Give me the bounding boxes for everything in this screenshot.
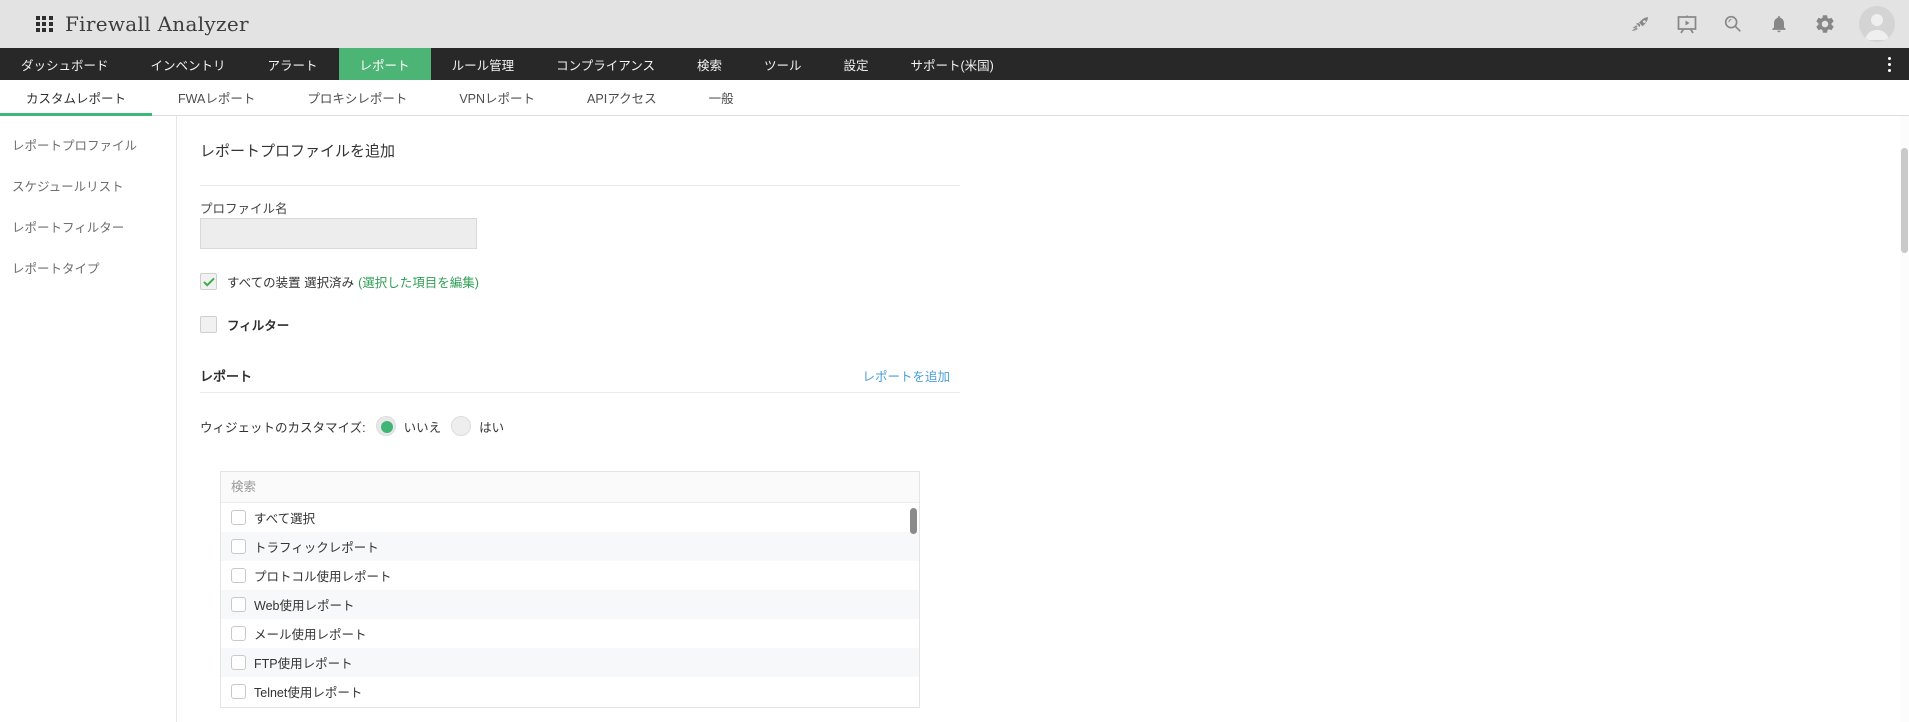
ftp-usage-checkbox[interactable] xyxy=(231,655,246,670)
list-item-protocol-usage-report[interactable]: プロトコル使用レポート xyxy=(221,561,919,590)
tab-general[interactable]: 一般 xyxy=(683,80,760,115)
app-title: Firewall Analyzer xyxy=(65,12,249,36)
divider xyxy=(200,392,960,393)
page-scrollbar-thumb[interactable] xyxy=(1901,148,1908,253)
nav-dashboard[interactable]: ダッシュボード xyxy=(0,48,130,80)
main-nav: ダッシュボード インベントリ アラート レポート ルール管理 コンプライアンス … xyxy=(0,48,1909,80)
list-item-label: プロトコル使用レポート xyxy=(254,570,392,584)
presentation-icon[interactable] xyxy=(1675,12,1699,36)
sidebar: レポートプロファイル スケジュールリスト レポートフィルター レポートタイプ xyxy=(0,116,177,722)
page-scrollbar[interactable] xyxy=(1900,116,1909,722)
user-avatar[interactable] xyxy=(1859,6,1895,42)
widget-customize-radio-no[interactable] xyxy=(375,416,396,436)
check-icon xyxy=(202,277,215,287)
sidebar-item-report-filter[interactable]: レポートフィルター xyxy=(0,206,176,247)
settings-gear-icon[interactable] xyxy=(1813,12,1837,36)
widget-customize-no-label: いいえ xyxy=(403,420,442,435)
filter-checkbox[interactable] xyxy=(200,316,217,333)
list-item-telnet-usage-report[interactable]: Telnet使用レポート xyxy=(221,677,919,706)
all-devices-label: すべての装置 選択済み xyxy=(227,276,355,290)
web-usage-checkbox[interactable] xyxy=(231,597,246,612)
sidebar-item-report-type[interactable]: レポートタイプ xyxy=(0,247,176,288)
nav-reports[interactable]: レポート xyxy=(338,48,431,80)
apps-grid-icon[interactable] xyxy=(36,15,53,33)
list-scrollbar-thumb[interactable] xyxy=(910,508,917,534)
list-item-label: FTP使用レポート xyxy=(254,657,353,671)
nav-inventory[interactable]: インベントリ xyxy=(130,48,247,80)
divider xyxy=(200,185,960,186)
tab-fwa-report[interactable]: FWAレポート xyxy=(152,80,281,115)
edit-selected-link[interactable]: (選択した項目を編集) xyxy=(358,272,479,291)
all-devices-checkbox[interactable] xyxy=(200,273,217,290)
widget-customize-radio-yes[interactable] xyxy=(451,416,472,436)
list-item-traffic-report[interactable]: トラフィックレポート xyxy=(221,532,919,561)
rocket-icon[interactable] xyxy=(1629,12,1653,36)
sidebar-item-report-profile[interactable]: レポートプロファイル xyxy=(0,124,176,165)
select-all-checkbox[interactable] xyxy=(231,510,246,525)
report-section-title: レポート xyxy=(200,369,253,384)
tab-custom-report[interactable]: カスタムレポート xyxy=(0,80,153,116)
nav-tools[interactable]: ツール xyxy=(743,48,823,80)
list-item-web-usage-report[interactable]: Web使用レポート xyxy=(221,590,919,619)
list-item-label: トラフィックレポート xyxy=(254,541,379,555)
list-item-select-all[interactable]: すべて選択 xyxy=(221,503,919,532)
widget-customize-yes-label: はい xyxy=(479,420,505,435)
profile-name-input[interactable] xyxy=(200,218,477,249)
list-item-label: Web使用レポート xyxy=(254,599,355,613)
traffic-report-checkbox[interactable] xyxy=(231,539,246,554)
list-item-label: Telnet使用レポート xyxy=(254,686,363,700)
nav-support[interactable]: サポート(米国) xyxy=(890,48,1015,80)
report-subtabs: カスタムレポート FWAレポート プロキシレポート VPNレポート APIアクセ… xyxy=(0,80,1909,116)
list-item-mail-usage-report[interactable]: メール使用レポート xyxy=(221,619,919,648)
nav-search[interactable]: 検索 xyxy=(676,48,743,80)
nav-settings[interactable]: 設定 xyxy=(823,48,890,80)
add-report-link[interactable]: レポートを追加 xyxy=(862,366,950,385)
mail-usage-checkbox[interactable] xyxy=(231,626,246,641)
kebab-menu-icon[interactable] xyxy=(1888,48,1891,80)
app-header: Firewall Analyzer xyxy=(0,0,1909,48)
nav-rule-management[interactable]: ルール管理 xyxy=(431,48,536,80)
tab-vpn-report[interactable]: VPNレポート xyxy=(433,80,561,115)
sidebar-item-schedule-list[interactable]: スケジュールリスト xyxy=(0,165,176,206)
widget-customize-label: ウィジェットのカスタマイズ: xyxy=(200,420,366,435)
profile-name-label: プロファイル名 xyxy=(200,202,288,216)
tab-proxy-report[interactable]: プロキシレポート xyxy=(281,80,433,115)
report-search-input[interactable] xyxy=(221,480,850,494)
main-content: レポートプロファイルを追加 プロファイル名 すべての装置 選択済み (選択した項… xyxy=(177,116,1909,722)
notifications-bell-icon[interactable] xyxy=(1767,12,1791,36)
list-item-ftp-usage-report[interactable]: FTP使用レポート xyxy=(221,648,919,677)
telnet-usage-checkbox[interactable] xyxy=(231,684,246,699)
list-item-label: メール使用レポート xyxy=(254,628,367,642)
page-title: レポートプロファイルを追加 xyxy=(200,143,396,160)
report-list: すべて選択 トラフィックレポート プロトコル使用レポート Web使用レポート メ… xyxy=(220,471,920,708)
filter-label: フィルター xyxy=(227,319,290,333)
tab-api-access[interactable]: APIアクセス xyxy=(561,80,683,115)
nav-compliance[interactable]: コンプライアンス xyxy=(535,48,676,80)
nav-alerts[interactable]: アラート xyxy=(247,48,339,80)
protocol-usage-checkbox[interactable] xyxy=(231,568,246,583)
list-item-label: すべて選択 xyxy=(254,512,316,526)
search-icon[interactable] xyxy=(1721,12,1745,36)
